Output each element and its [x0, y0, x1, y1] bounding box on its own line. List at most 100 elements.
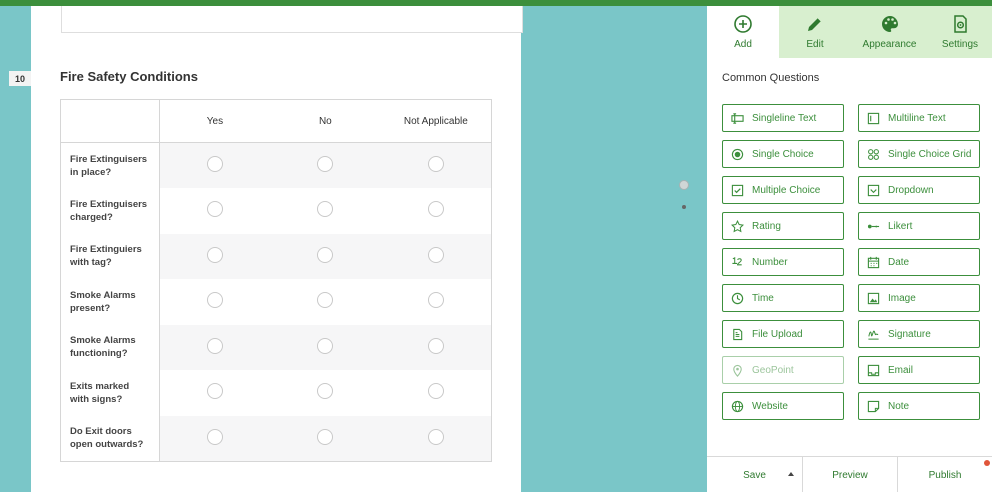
row-label: Exits marked with signs? — [60, 370, 160, 416]
radio-button[interactable] — [206, 428, 223, 445]
tab-settings[interactable]: Settings — [928, 6, 992, 58]
table-row: Smoke Alarms functioning? — [60, 324, 492, 370]
radio-button[interactable] — [427, 246, 444, 263]
row-label: Smoke Alarms present? — [60, 279, 160, 325]
add-date-button[interactable]: Date — [858, 248, 980, 276]
add-rating-button[interactable]: Rating — [722, 212, 844, 240]
add-website-button[interactable]: Website — [722, 392, 844, 420]
item-label: GeoPoint — [752, 364, 794, 376]
section-title: Common Questions — [722, 72, 820, 84]
row-label: Fire Extinguisers charged? — [60, 188, 160, 234]
table-row: Exits marked with signs? — [60, 370, 492, 416]
radio-button[interactable] — [317, 246, 334, 263]
tab-edit[interactable]: Edit — [779, 6, 851, 58]
add-multiple-choice-button[interactable]: Multiple Choice — [722, 176, 844, 204]
mouse-cursor — [682, 205, 686, 209]
pencil-icon — [808, 17, 822, 31]
add-file-upload-button[interactable]: File Upload — [722, 320, 844, 348]
add-singleline-text-button[interactable]: Singleline Text — [722, 104, 844, 132]
radio-button[interactable] — [427, 156, 444, 172]
checkbox-icon — [730, 183, 744, 197]
palette-icon — [881, 15, 898, 32]
add-time-button[interactable]: Time — [722, 284, 844, 312]
plus-circle-icon — [734, 15, 752, 33]
location-pin-icon — [730, 363, 744, 377]
signature-icon — [866, 327, 880, 341]
question-title[interactable]: Fire Safety Conditions — [60, 69, 198, 84]
save-button[interactable]: Save — [707, 457, 803, 492]
radio-button[interactable] — [427, 292, 444, 309]
radio-button[interactable] — [317, 428, 334, 445]
add-multiline-text-button[interactable]: Multiline Text — [858, 104, 980, 132]
radio-button[interactable] — [427, 428, 444, 445]
tab-appearance-label: Appearance — [862, 39, 917, 50]
likert-icon — [866, 219, 880, 233]
item-label: Single Choice — [752, 148, 814, 160]
tab-add-label: Add — [734, 39, 752, 50]
publish-button[interactable]: Publish — [898, 457, 992, 492]
item-label: Rating — [752, 220, 781, 232]
radio-button[interactable] — [317, 383, 334, 400]
radio-button[interactable] — [317, 292, 334, 309]
add-number-button[interactable]: Number — [722, 248, 844, 276]
radio-button[interactable] — [206, 246, 223, 263]
calendar-icon — [866, 255, 880, 269]
panel-tabs: Add Edit Appearance Settings — [707, 6, 992, 58]
item-label: Signature — [888, 328, 931, 340]
table-row: Smoke Alarms present? — [60, 279, 492, 325]
note-icon — [866, 399, 880, 413]
row-label: Smoke Alarms functioning? — [60, 324, 160, 370]
add-dropdown-button[interactable]: Dropdown — [858, 176, 980, 204]
radio-button[interactable] — [317, 201, 334, 218]
radio-button[interactable] — [206, 201, 223, 218]
radio-button[interactable] — [427, 383, 444, 400]
builder-side-panel: Add Edit Appearance Settings Common Ques… — [707, 6, 992, 492]
radio-button[interactable] — [317, 156, 334, 172]
item-label: Multiline Text — [888, 112, 946, 124]
preview-button[interactable]: Preview — [803, 457, 898, 492]
item-label: Singleline Text — [752, 112, 817, 124]
radio-button[interactable] — [427, 201, 444, 218]
radio-button[interactable] — [206, 292, 223, 309]
add-geopoint-button[interactable]: GeoPoint — [722, 356, 844, 384]
tab-appearance[interactable]: Appearance — [851, 6, 928, 58]
item-label: Time — [752, 292, 774, 304]
add-likert-button[interactable]: Likert — [858, 212, 980, 240]
item-label: File Upload — [752, 328, 803, 340]
table-row: Do Exit doors open outwards? — [60, 415, 492, 461]
add-note-button[interactable]: Note — [858, 392, 980, 420]
item-label: Multiple Choice — [752, 184, 821, 196]
drag-handle[interactable] — [679, 180, 689, 190]
singleline-text-icon — [730, 111, 744, 125]
column-header-not-applicable: Not Applicable — [380, 99, 492, 143]
item-label: Dropdown — [888, 184, 934, 196]
add-image-button[interactable]: Image — [858, 284, 980, 312]
caret-up-icon[interactable] — [788, 472, 794, 476]
radio-button[interactable] — [206, 337, 223, 354]
action-bar: Save Preview Publish — [707, 456, 992, 492]
star-icon — [730, 219, 744, 233]
add-signature-button[interactable]: Signature — [858, 320, 980, 348]
email-icon — [866, 363, 880, 377]
item-label: Single Choice Grid — [888, 148, 972, 160]
previous-question-box[interactable] — [61, 6, 523, 33]
radio-button[interactable] — [317, 337, 334, 354]
file-upload-icon — [730, 327, 744, 341]
tab-settings-label: Settings — [941, 39, 979, 50]
radio-button[interactable] — [206, 383, 223, 400]
item-label: Note — [888, 400, 910, 412]
preview-label: Preview — [832, 469, 868, 481]
add-single-choice-grid-button[interactable]: Single Choice Grid — [858, 140, 980, 168]
radio-button[interactable] — [427, 337, 444, 354]
item-label: Website — [752, 400, 788, 412]
choice-grid-table: Yes No Not Applicable Fire Extinguisers i… — [60, 99, 492, 462]
grid-corner-cell — [60, 99, 160, 143]
tab-edit-label: Edit — [806, 39, 824, 50]
tab-add[interactable]: Add — [707, 6, 779, 58]
image-icon — [866, 291, 880, 305]
radio-button[interactable] — [206, 156, 223, 172]
add-email-button[interactable]: Email — [858, 356, 980, 384]
table-row: Fire Extinguisers charged? — [60, 188, 492, 234]
add-single-choice-button[interactable]: Single Choice — [722, 140, 844, 168]
number-icon — [730, 255, 744, 269]
